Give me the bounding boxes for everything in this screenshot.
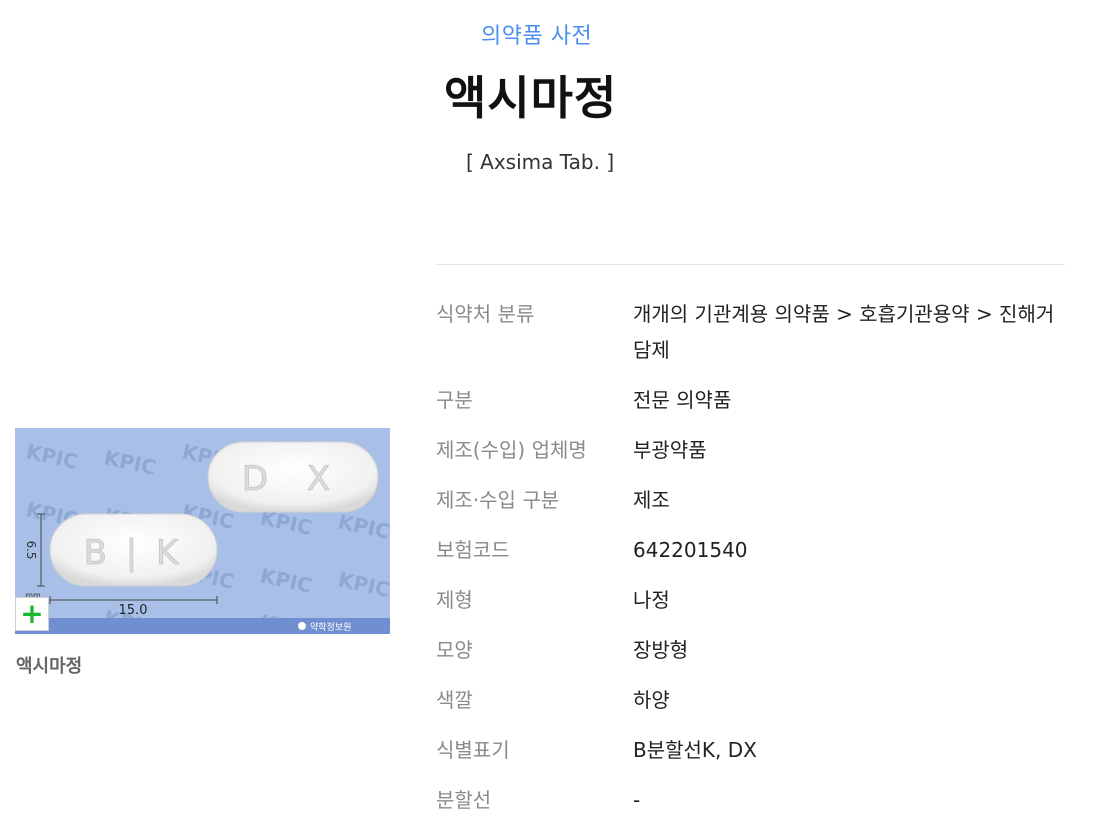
- info-row-classification: 식약처 분류 개개의 기관계용 의약품 > 호흡기관용약 > 진해거담제: [436, 296, 1065, 382]
- info-label: 보험코드: [436, 538, 510, 562]
- info-row-score-line: 분할선 -: [436, 782, 1065, 832]
- info-value: 장방형: [633, 638, 689, 662]
- source-badge: 약학정보원: [310, 621, 351, 633]
- info-value: 전문 의약품: [633, 388, 732, 412]
- info-label: 분할선: [436, 788, 492, 812]
- plus-icon: +: [20, 597, 44, 630]
- height-dimension-label: 6.5: [24, 540, 38, 559]
- zoom-image-button[interactable]: +: [15, 597, 49, 631]
- info-label: 식약처 분류: [436, 302, 535, 326]
- info-label: 제조(수입) 업체명: [436, 438, 587, 462]
- image-caption: 액시마정: [16, 656, 83, 677]
- pill-back: D X: [207, 441, 379, 513]
- width-dimension-label: 15.0: [119, 603, 148, 618]
- info-label: 구분: [436, 388, 473, 412]
- category-link[interactable]: 의약품 사전: [481, 18, 592, 50]
- info-value: -: [633, 788, 641, 812]
- info-row-insurance-code: 보험코드 642201540: [436, 532, 1065, 582]
- english-name: [ Axsima Tab. ]: [466, 150, 615, 174]
- info-row-color: 색깔 하양: [436, 682, 1065, 732]
- pill-front-imprint: B | K: [84, 533, 183, 573]
- source-logo-icon: [298, 622, 306, 630]
- info-row-type: 구분 전문 의약품: [436, 382, 1065, 432]
- info-label: 색깔: [436, 688, 473, 712]
- info-row-import-type: 제조·수입 구분 제조: [436, 482, 1065, 532]
- info-label: 제형: [436, 588, 473, 612]
- info-value: 개개의 기관계용 의약품 > 호흡기관용약 > 진해거담제: [633, 302, 1055, 362]
- info-label: 모양: [436, 638, 473, 662]
- pill-front: B | K: [49, 513, 218, 587]
- pill-image[interactable]: KPIC KPIC KPIC KPIC KPIC KPIC KPIC KPIC …: [15, 428, 390, 634]
- info-value: 하양: [633, 688, 670, 712]
- page-title: 액시마정: [444, 71, 618, 125]
- info-value: 나정: [633, 588, 670, 612]
- info-row-manufacturer: 제조(수입) 업체명 부광약품: [436, 432, 1065, 482]
- info-value: B분할선K, DX: [633, 738, 757, 762]
- info-label: 식별표기: [436, 738, 510, 762]
- divider: [436, 264, 1065, 265]
- pill-back-imprint: D X: [242, 459, 344, 499]
- info-label: 제조·수입 구분: [436, 488, 560, 512]
- drug-detail-page: 의약품 사전 액시마정 [ Axsima Tab. ] 식약처 분류 개개의 기…: [0, 0, 1096, 832]
- info-row-imprint: 식별표기 B분할선K, DX: [436, 732, 1065, 782]
- info-row-shape: 모양 장방형: [436, 632, 1065, 682]
- info-value: 제조: [633, 488, 670, 512]
- info-value: 부광약품: [633, 438, 707, 462]
- info-value: 642201540: [633, 538, 748, 562]
- info-row-dosage-form: 제형 나정: [436, 582, 1065, 632]
- drug-info-table: 식약처 분류 개개의 기관계용 의약품 > 호흡기관용약 > 진해거담제 구분 …: [436, 296, 1065, 832]
